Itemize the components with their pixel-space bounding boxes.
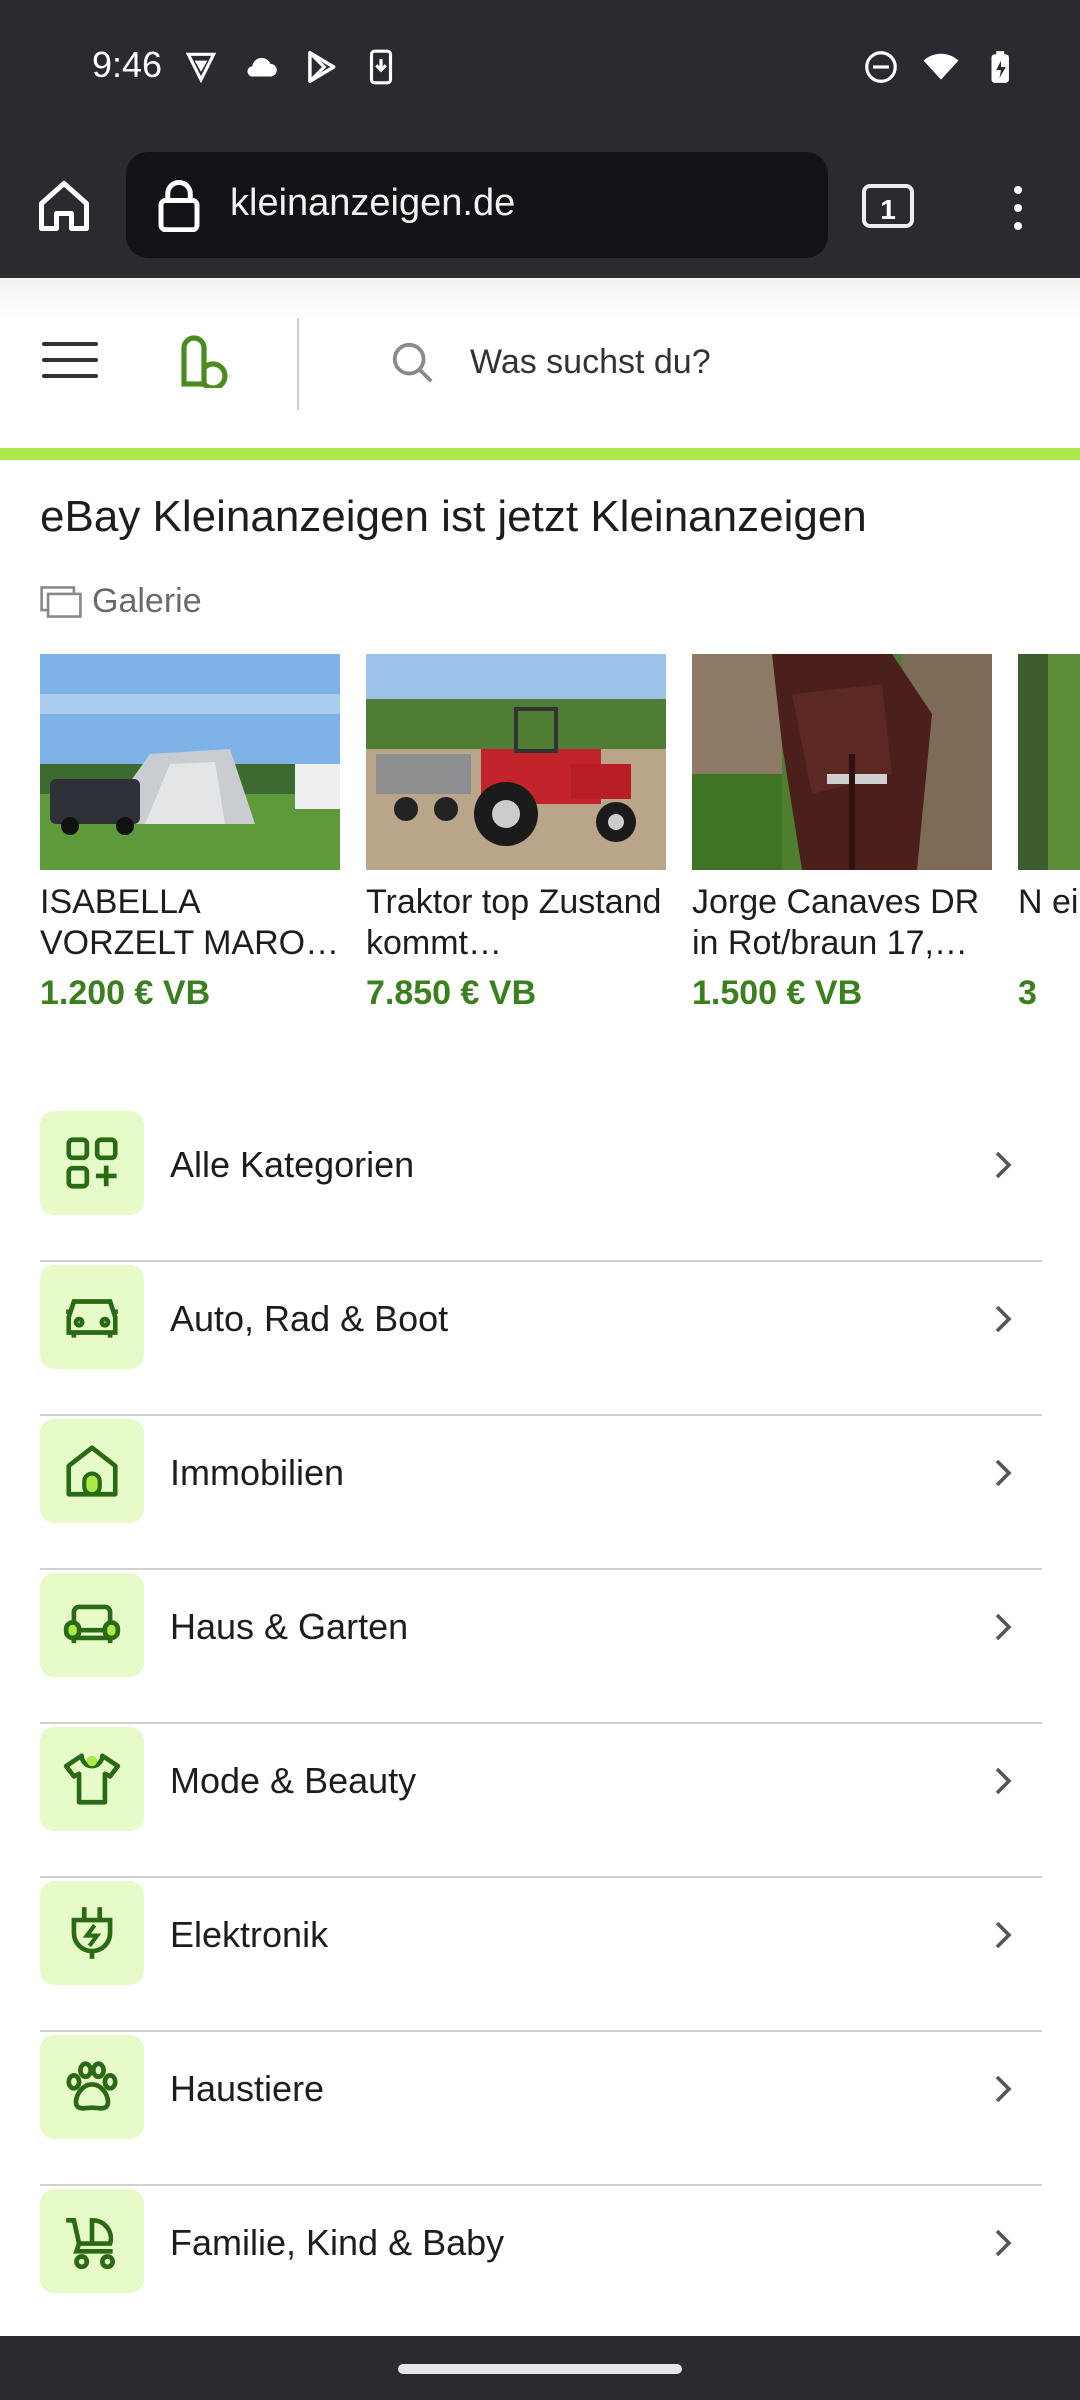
plug-icon [71, 1907, 113, 1959]
gallery-item-title: Jorge Canaves DR in Rot/braun 17,… [692, 883, 980, 962]
category-label: Mode & Beauty [170, 1760, 417, 1801]
category-label: Familie, Kind & Baby [170, 2222, 505, 2263]
home-gesture-handle[interactable] [398, 2364, 682, 2374]
gallery-item-title: Traktor top Zustand kommt… [366, 883, 662, 962]
lock-icon [158, 180, 200, 232]
category-label: Immobilien [170, 1452, 345, 1493]
gallery-label: Galerie [92, 582, 202, 620]
gallery-item[interactable]: Jorge Canaves DR in Rot/braun 17,… 1.500… [692, 654, 992, 1013]
search-icon [392, 342, 433, 383]
gallery-icon [40, 585, 82, 618]
category-alle-kategorien[interactable]: Alle Kategorien [40, 1108, 1042, 1262]
status-bar: 9:46 [0, 0, 1080, 140]
category-elektronik[interactable]: Elektronik [40, 1878, 1042, 2032]
gallery-item-price: 7.850 € VB [366, 974, 537, 1012]
gallery-item[interactable]: Traktor top Zustand kommt… 7.850 € VB [366, 654, 666, 1013]
status-time: 9:46 [92, 44, 163, 85]
saddle-photo [692, 654, 992, 870]
chevron-right-icon [995, 1767, 1012, 1795]
site-header [0, 278, 1080, 448]
gallery-item[interactable]: N ei 3 [1018, 654, 1080, 1013]
category-auto-rad-boot[interactable]: Auto, Rad & Boot [40, 1262, 1042, 1416]
chevron-right-icon [995, 1459, 1012, 1487]
partial-photo [1018, 654, 1080, 870]
gallery-item-price: 1.500 € VB [692, 974, 863, 1012]
category-list: Alle Kategorien Auto, Rad & Boot Immobil… [40, 1108, 1042, 2340]
tab-switcher-button[interactable]: 1 [862, 184, 914, 228]
shirt-icon [63, 1753, 121, 1805]
hamburger-menu-icon[interactable] [42, 342, 98, 382]
category-haustiere[interactable]: Haustiere [40, 2032, 1042, 2186]
browser-toolbar: kleinanzeigen.de 1 [0, 140, 1080, 278]
gallery-item[interactable]: ISABELLA VORZELT MARO… 1.200 € VB [40, 654, 340, 1013]
cloud-icon [247, 57, 277, 77]
category-label: Auto, Rad & Boot [170, 1298, 449, 1339]
category-label: Elektronik [170, 1914, 329, 1955]
car-icon [66, 1299, 118, 1338]
category-label: Alle Kategorien [170, 1144, 415, 1185]
house-icon [66, 1445, 118, 1497]
tent-car-photo [40, 654, 340, 870]
wifi-icon [923, 53, 959, 80]
play-store-icon [308, 51, 336, 83]
grid-plus-icon [66, 1137, 118, 1189]
home-icon [39, 181, 89, 231]
category-mode-beauty[interactable]: Mode & Beauty [40, 1724, 1042, 1878]
gallery-item-price: 1.200 € VB [40, 974, 211, 1012]
home-button[interactable] [28, 170, 100, 242]
address-bar[interactable]: kleinanzeigen.de [126, 152, 828, 258]
gesture-nav-bar [0, 2336, 1080, 2400]
more-vert-icon[interactable] [1000, 180, 1036, 236]
chevron-right-icon [995, 1921, 1012, 1949]
chevron-right-icon [995, 1305, 1012, 1333]
search-input[interactable] [458, 330, 1042, 394]
chevron-right-icon [995, 1151, 1012, 1179]
chevron-right-icon [995, 1613, 1012, 1641]
gallery-heading: Galerie [40, 582, 202, 621]
battery-charging-icon [991, 51, 1009, 83]
url-text: kleinanzeigen.de [230, 182, 516, 224]
category-label: Haustiere [170, 2068, 325, 2109]
do-not-disturb-icon [865, 51, 897, 83]
gallery-carousel[interactable]: ISABELLA VORZELT MARO… 1.200 € VB Trakto… [40, 654, 1080, 1034]
gallery-item-title: ISABELLA VORZELT MARO… [40, 883, 340, 962]
vpn-shield-icon [185, 52, 217, 84]
gallery-item-price: 3 [1018, 974, 1037, 1012]
chevron-right-icon [995, 2229, 1012, 2257]
paw-icon [66, 2061, 118, 2111]
download-icon [369, 49, 393, 85]
category-familie-kind-baby[interactable]: Familie, Kind & Baby [40, 2186, 1042, 2340]
header-divider [297, 318, 299, 410]
category-haus-garten[interactable]: Haus & Garten [40, 1570, 1042, 1724]
chevron-right-icon [995, 2075, 1012, 2103]
sofa-icon [63, 1604, 121, 1644]
accent-bar [0, 448, 1080, 460]
stroller-icon [66, 2218, 115, 2270]
category-immobilien[interactable]: Immobilien [40, 1416, 1042, 1570]
red-tractor-photo [366, 654, 666, 870]
gallery-item-title: N ei [1018, 883, 1079, 921]
kleinanzeigen-logo[interactable] [176, 332, 228, 388]
page-title: eBay Kleinanzeigen ist jetzt Kleinanzeig… [40, 492, 867, 541]
category-label: Haus & Garten [170, 1606, 409, 1647]
